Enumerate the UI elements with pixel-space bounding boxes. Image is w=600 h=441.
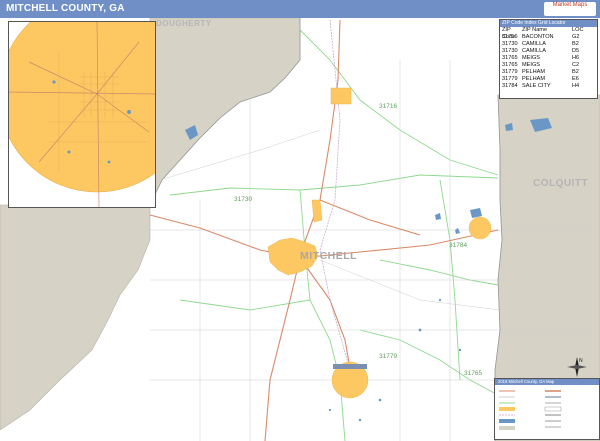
dougherty-county-area: [149, 18, 301, 206]
table-row: 31730 CAMILLA D5: [500, 48, 597, 55]
table-row: 31779 PELHAM B2: [500, 69, 597, 76]
zip-table-header: ZIP Code ZIP Name LOC: [500, 27, 597, 40]
map-legend: 2019 Mitchell County, GA Map: [494, 378, 600, 440]
north-label: N: [579, 358, 583, 364]
zip-header-loc: LOC: [572, 27, 584, 33]
zip-code: 31730: [502, 41, 518, 47]
zip-name: MEIGS: [522, 62, 541, 68]
inset-map-svg: [9, 22, 155, 207]
zip-loc: G2: [572, 34, 580, 40]
zip-label-31730: 31730: [234, 196, 253, 203]
zip-name: PELHAM: [522, 76, 546, 82]
zip-label-31784: 31784: [449, 242, 468, 249]
zip-code: 31784: [502, 83, 518, 89]
zip-loc: H6: [572, 55, 580, 61]
legend-symbols: [499, 390, 562, 430]
map-frame: MITCHELL COUNTY, GA Market Maps DOUGHERT…: [0, 0, 600, 441]
zip-name: BACONTON: [522, 34, 554, 40]
inset-urban-area: [9, 22, 155, 193]
table-row: 31730 CAMILLA B2: [500, 41, 597, 48]
zip-loc: E6: [572, 76, 579, 82]
dougherty-county-label: DOUGHERTY: [156, 19, 212, 28]
zip-code: 31730: [502, 48, 518, 54]
table-row: 31765 MEIGS H6: [500, 55, 597, 62]
west-neighbor-area: [0, 204, 151, 431]
zip-code: 31779: [502, 76, 518, 82]
baconton-urban-area: [330, 87, 352, 105]
zip-label-31765: 31765: [464, 370, 483, 377]
table-row: 31765 MEIGS C2: [500, 62, 597, 69]
sale-city-urban-area: [468, 216, 492, 240]
colquitt-county-label: COLQUITT: [533, 178, 589, 189]
zip-name: MEIGS: [522, 55, 541, 61]
zip-name: CAMILLA: [522, 41, 546, 47]
table-row: 31779 PELHAM E6: [500, 76, 597, 83]
zip-code: 31779: [502, 69, 518, 75]
zip-loc: C2: [572, 62, 580, 68]
zip-name: SALE CITY: [522, 83, 551, 89]
zip-loc: B2: [572, 69, 579, 75]
zip-loc: B2: [572, 41, 579, 47]
title-bar: MITCHELL COUNTY, GA Market Maps: [0, 0, 600, 18]
zip-label-31779: 31779: [379, 353, 398, 360]
zip-loc: D5: [572, 48, 580, 54]
zip-code: 31716: [502, 34, 518, 40]
table-row: 31716 BACONTON G2: [500, 34, 597, 41]
logo-text: Market Maps: [552, 2, 588, 8]
table-row: 31784 SALE CITY H4: [500, 83, 597, 90]
railroad: [319, 19, 351, 371]
zip-index-table: ZIP Code Index Grid Locator ZIP Code ZIP…: [499, 19, 598, 99]
zip-code: 31765: [502, 55, 518, 61]
zip-loc: H4: [572, 83, 580, 89]
zip-code: 31765: [502, 62, 518, 68]
publisher-logo: Market Maps: [544, 2, 596, 16]
zip-table-title: ZIP Code Index Grid Locator: [500, 20, 597, 27]
zip-label-31716: 31716: [379, 103, 398, 110]
inset-map[interactable]: [8, 21, 156, 208]
zip-name: PELHAM: [522, 69, 546, 75]
zip-header-name: ZIP Name: [522, 27, 548, 33]
north-arrow-icon: N: [567, 357, 587, 377]
mitchell-county-label: MITCHELL: [300, 250, 358, 262]
page-title: MITCHELL COUNTY, GA: [6, 3, 125, 14]
pelham-boundary-bar: [333, 364, 367, 369]
zip-name: CAMILLA: [522, 48, 546, 54]
zip-header-code: ZIP Code: [502, 27, 516, 40]
